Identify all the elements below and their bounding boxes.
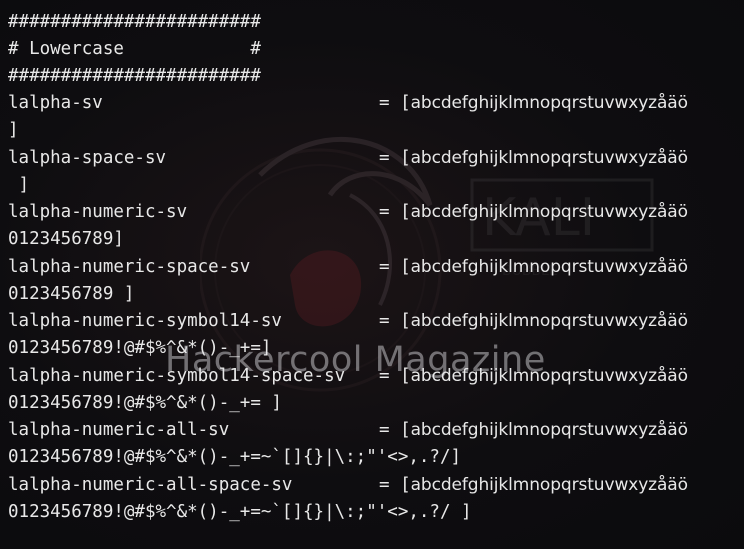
charset-continuation: 0123456789!@#$%^&*()-_+=~`[]{}|\:;"'<>,.… [8, 447, 462, 467]
charset-name: lalpha-numeric-symbol14-sv [8, 311, 282, 331]
charset-continuation: 0123456789!@#$%^&*()-_+=~`[]{}|\:;"'<>,.… [8, 501, 472, 522]
charset-continuation: 0123456789] [8, 229, 124, 249]
charset-continuation: ] [8, 174, 30, 195]
charset-letters: abcdefghijklmnopqrstuvwxyzåäö [410, 420, 688, 440]
charset-letters: abcdefghijklmnopqrstuvwxyzåäö [410, 256, 688, 277]
charset-value: = [abcdefghijklmnopqrstuvwxyzåäö [379, 93, 688, 113]
charset-name: lalpha-numeric-all-space-sv [8, 474, 293, 495]
charset-value: = [abcdefghijklmnopqrstuvwxyzåäö [379, 257, 688, 277]
charset-name: lalpha-numeric-all-sv [8, 420, 230, 440]
header-title-line: # Lowercase # [8, 39, 261, 59]
charset-name: lalpha-space-sv [8, 147, 167, 168]
charset-entry: lalpha-numeric-space-sv = [abcdefghijklmn… [8, 256, 688, 277]
assign-operator: = [ [379, 256, 411, 277]
charset-entry: lalpha-space-sv = [abcdefghijklmnopqrstuv… [8, 147, 688, 168]
charset-value: = [abcdefghijklmnopqrstuvwxyzåäö [379, 202, 688, 222]
charset-letters: abcdefghijklmnopqrstuvwxyzåäö [410, 147, 688, 168]
kali-logo-background: KALI BUBBLE [470, 178, 654, 279]
watermark: Hackercool Magazine [165, 340, 546, 380]
charset-name: lalpha-sv [8, 93, 103, 113]
charset-letters: abcdefghijklmnopqrstuvwxyzåäö [410, 474, 688, 495]
assign-operator: = [ [379, 420, 411, 440]
charset-entry: lalpha-numeric-symbol14-sv = [abcdefghijk… [8, 311, 688, 331]
charset-value: = [abcdefghijklmnopqrstuvwxyzåäö [379, 420, 688, 440]
charset-name: lalpha-numeric-space-sv [8, 256, 251, 277]
header-border-bottom: ######################## [8, 66, 261, 86]
charset-letters: abcdefghijklmnopqrstuvwxyzåäö [410, 93, 688, 113]
assign-operator: = [ [379, 311, 411, 331]
assign-operator: = [ [379, 474, 411, 495]
charset-value: = [abcdefghijklmnopqrstuvwxyzåäö [379, 311, 688, 331]
charset-entry: lalpha-numeric-sv = [abcdefghijklmnopqrst… [8, 202, 688, 222]
terminal-window[interactable]: KALI BUBBLE ######################## # L… [0, 0, 744, 549]
charset-entry: lalpha-numeric-all-space-sv = [abcdefghij… [8, 474, 688, 495]
charset-letters: abcdefghijklmnopqrstuvwxyzåäö [410, 202, 688, 222]
header-border-top: ######################## [8, 12, 261, 32]
charset-letters: abcdefghijklmnopqrstuvwxyzåäö [410, 311, 688, 331]
assign-operator: = [ [379, 93, 411, 113]
charset-continuation: 0123456789!@#$%^&*()-_+= ] [8, 392, 282, 413]
charset-entry: lalpha-sv = [abcdefghijklmnopqrstuvwxyzåä… [8, 93, 688, 113]
charset-continuation: 0123456789 ] [8, 283, 135, 304]
assign-operator: = [ [379, 147, 411, 168]
charset-name: lalpha-numeric-sv [8, 202, 188, 222]
charset-entry: lalpha-numeric-all-sv = [abcdefghijklmnop… [8, 420, 688, 440]
assign-operator: = [ [379, 202, 411, 222]
charset-value: = [abcdefghijklmnopqrstuvwxyzåäö [379, 475, 688, 495]
charset-continuation: ] [8, 120, 19, 140]
charset-value: = [abcdefghijklmnopqrstuvwxyzåäö [379, 148, 688, 168]
